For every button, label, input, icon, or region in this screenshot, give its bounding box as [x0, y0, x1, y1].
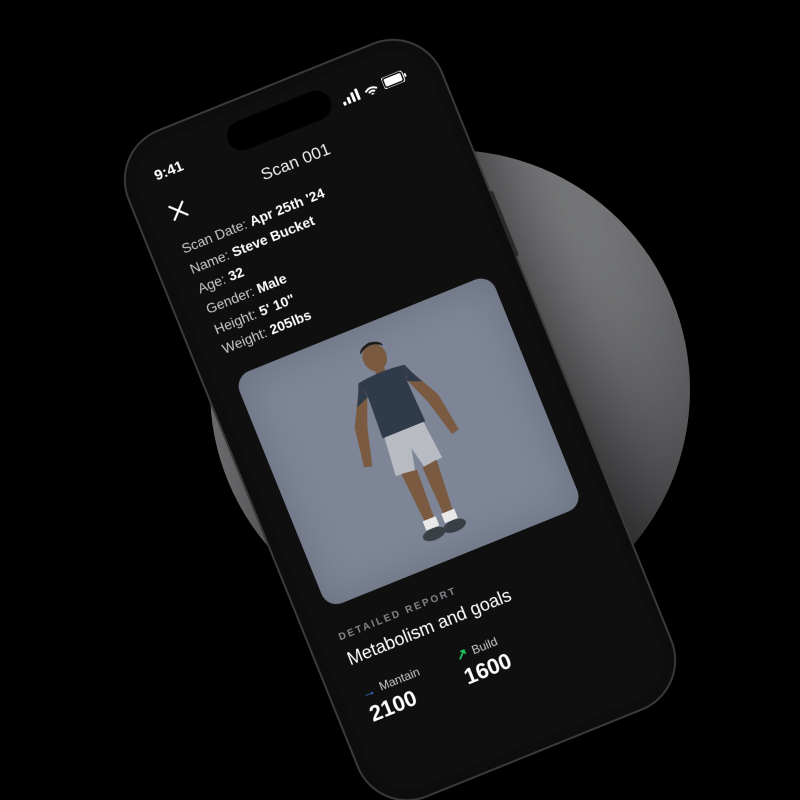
signal-icon: [340, 88, 361, 106]
close-button[interactable]: [164, 196, 195, 227]
close-icon: [164, 196, 193, 225]
wifi-icon: [361, 80, 380, 97]
battery-icon: [381, 69, 410, 90]
goal-maintain[interactable]: → Mantain 2100: [359, 664, 433, 729]
body-scan-avatar-icon: [297, 309, 520, 574]
status-time: 9:41: [152, 157, 186, 184]
goal-build[interactable]: ↗ Build 1600: [453, 630, 515, 690]
trend-up-arrow-icon: ↗: [453, 644, 470, 664]
